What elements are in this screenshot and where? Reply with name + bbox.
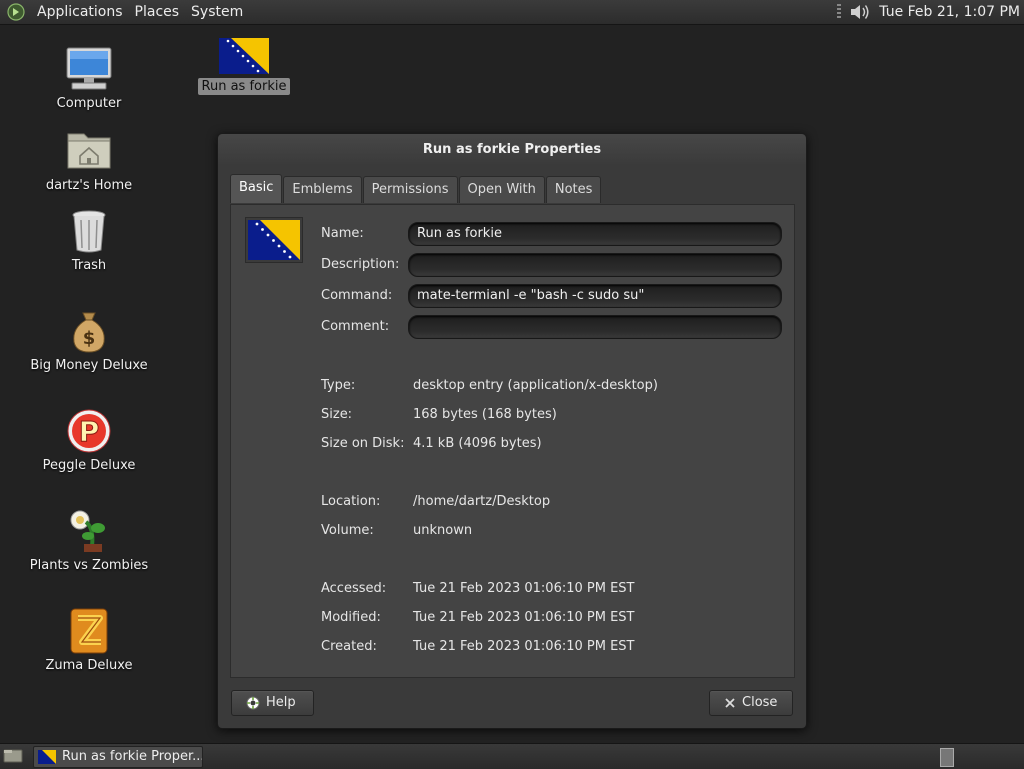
clock[interactable]: Tue Feb 21, 1:07 PM	[879, 4, 1020, 20]
file-icon-button[interactable]	[245, 217, 303, 263]
description-label: Description:	[321, 257, 400, 272]
menu-places[interactable]: Places	[129, 4, 186, 20]
bottom-panel: Run as forkie Proper...	[0, 743, 1024, 769]
tab-bar: Basic Emblems Permissions Open With Note…	[230, 174, 602, 203]
location-label: Location:	[321, 494, 381, 509]
desktop-icon-label: Zuma Deluxe	[45, 658, 133, 673]
size-on-disk-value: 4.1 kB (4096 bytes)	[413, 436, 542, 451]
location-value: /home/dartz/Desktop	[413, 494, 551, 509]
top-panel: Applications Places System Tue Feb 21, 1…	[0, 0, 1024, 25]
type-label: Type:	[321, 378, 356, 393]
trash-icon	[72, 210, 106, 253]
desktop-icon-label: Peggle Deluxe	[42, 458, 136, 473]
bosnia-flag-icon	[38, 750, 56, 764]
name-label: Name:	[321, 226, 364, 241]
bosnia-flag-icon	[219, 38, 269, 74]
command-label: Command:	[321, 288, 393, 303]
computer-icon	[66, 47, 112, 90]
description-field[interactable]	[408, 253, 782, 277]
desktop-icon-run-as-forkie[interactable]: Run as forkie	[184, 38, 304, 95]
svg-text:$: $	[83, 328, 96, 349]
help-icon	[246, 696, 260, 710]
created-label: Created:	[321, 639, 377, 654]
size-on-disk-label: Size on Disk:	[321, 436, 405, 451]
workspace-switcher[interactable]	[940, 748, 954, 767]
tab-permissions[interactable]: Permissions	[362, 176, 458, 203]
home-folder-icon	[67, 133, 111, 169]
desktop-icon-home[interactable]: dartz's Home	[29, 128, 149, 193]
tab-basic[interactable]: Basic	[230, 174, 283, 203]
accessed-label: Accessed:	[321, 581, 387, 596]
comment-label: Comment:	[321, 319, 390, 334]
tab-emblems[interactable]: Emblems	[283, 176, 362, 203]
menu-system[interactable]: System	[185, 4, 249, 20]
show-desktop-icon[interactable]	[3, 748, 23, 764]
comment-field[interactable]	[408, 315, 782, 339]
mate-menu-icon[interactable]	[7, 3, 25, 21]
menu-applications[interactable]: Applications	[31, 4, 129, 20]
plants-vs-zombies-icon	[70, 510, 105, 552]
bosnia-flag-icon	[248, 220, 300, 260]
name-field[interactable]: Run as forkie	[408, 222, 782, 246]
panel-tray: Tue Feb 21, 1:07 PM	[837, 0, 1024, 24]
desktop-icon-peggle[interactable]: P Peggle Deluxe	[29, 408, 149, 473]
dialog-title[interactable]: Run as forkie Properties	[218, 134, 806, 166]
desktop-icon-label: Run as forkie	[197, 78, 291, 95]
zuma-icon	[70, 608, 108, 654]
desktop-icon-label: Trash	[71, 258, 107, 273]
command-field[interactable]: mate-termianl -e "bash -c sudo su"	[408, 284, 782, 308]
close-label: Close	[742, 695, 778, 710]
tab-notes[interactable]: Notes	[545, 176, 602, 203]
desktop-icon-label: Plants vs Zombies	[29, 558, 149, 573]
properties-dialog: Run as forkie Properties Basic Emblems P…	[217, 133, 807, 729]
taskbar-item-label: Run as forkie Proper...	[62, 749, 203, 764]
size-value: 168 bytes (168 bytes)	[413, 407, 557, 422]
svg-text:P: P	[79, 415, 100, 448]
panel-handle[interactable]	[837, 4, 842, 20]
peggle-icon: P	[67, 409, 111, 453]
tab-open-with[interactable]: Open With	[458, 176, 545, 203]
help-label: Help	[266, 695, 296, 710]
modified-value: Tue 21 Feb 2023 01:06:10 PM EST	[413, 610, 635, 625]
desktop-icon-label: Big Money Deluxe	[30, 358, 148, 373]
basic-tab-page: Name: Run as forkie Description: Command…	[230, 204, 795, 678]
desktop-icon-label: dartz's Home	[45, 178, 133, 193]
close-icon	[725, 698, 735, 708]
close-button[interactable]: Close	[709, 690, 793, 716]
desktop-icon-computer[interactable]: Computer	[29, 46, 149, 111]
money-bag-icon: $	[73, 312, 105, 353]
desktop-icon-zuma[interactable]: Zuma Deluxe	[29, 608, 149, 673]
volume-label: Volume:	[321, 523, 374, 538]
desktop-icon-big-money[interactable]: $ Big Money Deluxe	[29, 308, 149, 373]
desktop-icon-trash[interactable]: Trash	[29, 208, 149, 273]
size-label: Size:	[321, 407, 353, 422]
desktop-icon-label: Computer	[56, 96, 122, 111]
modified-label: Modified:	[321, 610, 381, 625]
taskbar-item-properties[interactable]: Run as forkie Proper...	[33, 746, 203, 768]
created-value: Tue 21 Feb 2023 01:06:10 PM EST	[413, 639, 635, 654]
type-value: desktop entry (application/x-desktop)	[413, 378, 658, 393]
desktop-icon-plants-vs-zombies[interactable]: Plants vs Zombies	[29, 508, 149, 573]
volume-icon[interactable]	[849, 2, 871, 22]
accessed-value: Tue 21 Feb 2023 01:06:10 PM EST	[413, 581, 635, 596]
volume-value: unknown	[413, 523, 473, 538]
help-button[interactable]: Help	[231, 690, 314, 716]
